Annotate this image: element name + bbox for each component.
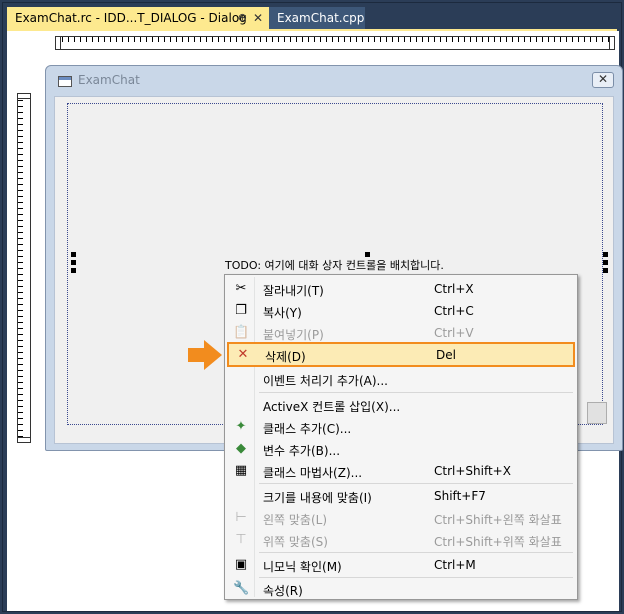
menu-separator: [259, 392, 573, 393]
menu-item-check-mnemonics[interactable]: ▣ 니모닉 확인(M) Ctrl+M: [227, 554, 575, 576]
menu-item-insert-activex[interactable]: ActiveX 컨트롤 삽입(X)...: [227, 394, 575, 416]
align-left-icon: ⊢: [235, 510, 247, 525]
menu-item-shortcut: Ctrl+Shift+위쪽 화살표: [434, 535, 562, 549]
menu-separator: [259, 483, 573, 484]
menu-item-shortcut: Ctrl+C: [434, 304, 474, 318]
pin-icon[interactable]: ⊕: [238, 7, 247, 29]
paste-icon: 📋: [233, 325, 250, 340]
menu-item-label: 이벤트 처리기 추가(A)...: [263, 374, 388, 388]
dialog-titlebar: ExamChat ✕: [46, 66, 622, 94]
vertical-ruler[interactable]: [17, 93, 31, 443]
menu-item-label: ActiveX 컨트롤 삽입(X)...: [263, 400, 401, 414]
resize-handle[interactable]: [603, 252, 608, 257]
add-class-icon: ✦: [235, 419, 247, 434]
menu-item-properties[interactable]: 🔧 속성(R): [227, 578, 575, 600]
copy-icon: ❐: [235, 303, 247, 318]
menu-separator: [259, 552, 573, 553]
resize-handle[interactable]: [365, 252, 370, 257]
todo-static-text[interactable]: TODO: 여기에 대화 상자 컨트롤을 배치합니다.: [225, 257, 444, 273]
tab-label: ExamChat.rc - IDD...T_DIALOG - Dialog: [15, 11, 247, 25]
menu-item-shortcut: Del: [436, 348, 456, 362]
button-control[interactable]: [587, 402, 607, 424]
menu-item-label: 복사(Y): [263, 306, 302, 320]
menu-item-label: 위쪽 맞춤(S): [263, 535, 328, 549]
menu-item-paste[interactable]: 📋 붙여넣기(P) Ctrl+V: [227, 322, 575, 344]
align-top-icon: ⊤: [235, 532, 247, 547]
resize-handle[interactable]: [603, 268, 608, 273]
menu-item-label: 삭제(D): [265, 350, 306, 364]
resize-handle[interactable]: [71, 268, 76, 273]
menu-item-label: 붙여넣기(P): [263, 328, 324, 342]
class-wizard-icon: ▦: [234, 463, 248, 478]
resize-handle[interactable]: [71, 260, 76, 265]
menu-item-cut[interactable]: ✂ 잘라내기(T) Ctrl+X: [227, 278, 575, 300]
menu-item-label: 크기를 내용에 맞춤(I): [263, 491, 372, 505]
menu-item-delete[interactable]: ✕ 삭제(D) Del: [227, 342, 575, 367]
close-tab-icon[interactable]: ✕: [253, 7, 263, 29]
menu-item-label: 클래스 마법사(Z)...: [263, 466, 363, 480]
ruler-right-marker[interactable]: [609, 36, 615, 50]
menu-item-class-wizard[interactable]: ▦ 클래스 마법사(Z)... Ctrl+Shift+X: [227, 460, 575, 482]
scissors-icon: ✂: [235, 281, 247, 296]
dialog-close-icon[interactable]: ✕: [592, 72, 614, 88]
menu-item-add-class[interactable]: ✦ 클래스 추가(C)...: [227, 416, 575, 438]
mnemonic-icon: ▣: [234, 557, 248, 572]
tab-examchat-cpp[interactable]: ExamChat.cpp: [269, 7, 365, 29]
menu-item-label: 잘라내기(T): [263, 284, 324, 298]
tab-examchat-rc[interactable]: ExamChat.rc - IDD...T_DIALOG - Dialog ⊕ …: [7, 7, 269, 29]
resize-handle[interactable]: [603, 260, 608, 265]
dialog-title: ExamChat: [78, 73, 140, 87]
pointer-arrow-icon: [188, 340, 222, 370]
menu-item-size-to-content[interactable]: 크기를 내용에 맞춤(I) Shift+F7: [227, 485, 575, 507]
menu-item-label: 변수 추가(B)...: [263, 444, 341, 458]
menu-item-align-left[interactable]: ⊢ 왼쪽 맞춤(L) Ctrl+Shift+왼쪽 화살표: [227, 507, 575, 529]
menu-item-label: 클래스 추가(C)...: [263, 422, 352, 436]
menu-item-label: 속성(R): [263, 584, 303, 598]
menu-item-label: 니모닉 확인(M): [263, 560, 342, 574]
menu-item-shortcut: Ctrl+Shift+왼쪽 화살표: [434, 513, 562, 527]
ruler-left-marker[interactable]: [55, 36, 61, 50]
menu-item-copy[interactable]: ❐ 복사(Y) Ctrl+C: [227, 300, 575, 322]
tab-label: ExamChat.cpp: [277, 11, 365, 25]
add-variable-icon: ◆: [236, 441, 246, 456]
menu-item-align-top[interactable]: ⊤ 위쪽 맞춤(S) Ctrl+Shift+위쪽 화살표: [227, 529, 575, 551]
window-icon: [58, 76, 72, 87]
ruler-bottom-marker[interactable]: [17, 437, 31, 443]
menu-item-shortcut: Shift+F7: [434, 489, 486, 503]
delete-icon: ✕: [237, 347, 249, 362]
menu-item-shortcut: Ctrl+Shift+X: [434, 464, 511, 478]
ruler-top-marker[interactable]: [17, 93, 31, 99]
menu-item-add-event-handler[interactable]: 이벤트 처리기 추가(A)...: [227, 368, 575, 390]
wrench-icon: 🔧: [233, 581, 250, 596]
menu-item-shortcut: Ctrl+M: [434, 558, 476, 572]
menu-item-shortcut: Ctrl+V: [434, 326, 474, 340]
horizontal-ruler[interactable]: [55, 36, 615, 50]
menu-item-shortcut: Ctrl+X: [434, 282, 474, 296]
menu-item-label: 왼쪽 맞춤(L): [263, 513, 328, 527]
resize-handle[interactable]: [71, 252, 76, 257]
context-menu: ✂ 잘라내기(T) Ctrl+X ❐ 복사(Y) Ctrl+C 📋 붙여넣기(P…: [224, 274, 578, 600]
menu-item-add-variable[interactable]: ◆ 변수 추가(B)...: [227, 438, 575, 460]
